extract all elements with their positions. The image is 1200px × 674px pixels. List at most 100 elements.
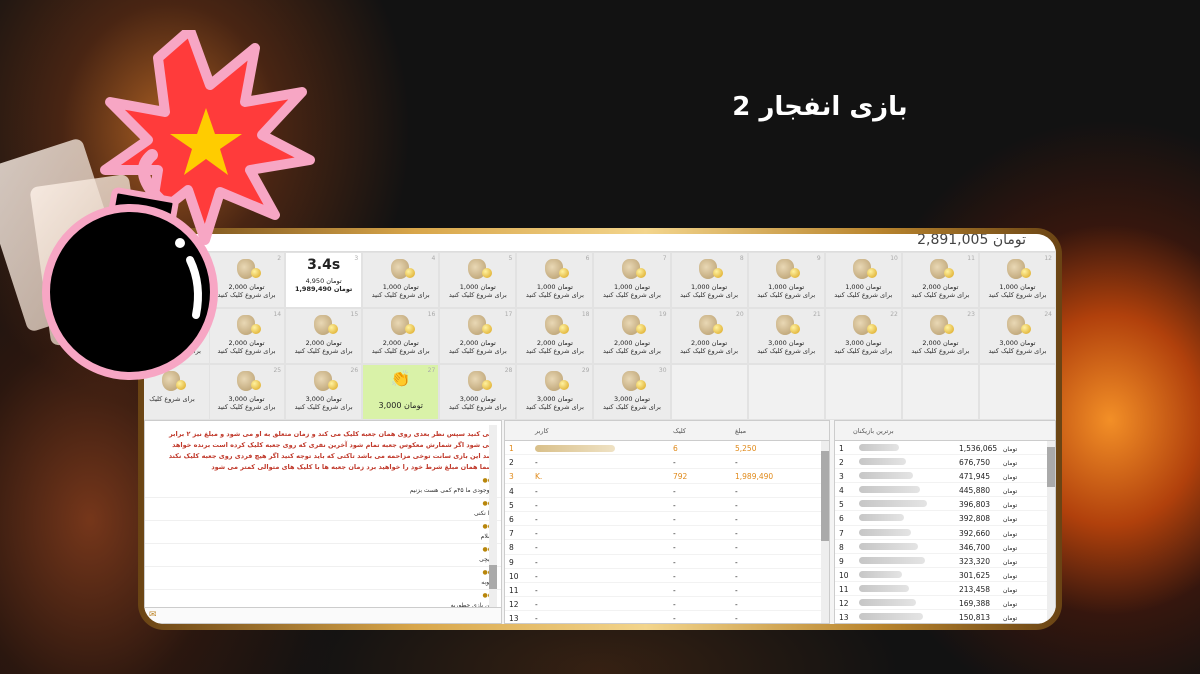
row-number: 11	[839, 584, 849, 594]
box-amount-value: 3,000	[459, 395, 479, 403]
top-players-scroll-thumb[interactable]	[1047, 447, 1055, 487]
box-amount: تومان 2,000	[903, 339, 978, 347]
bets-scroll-thumb[interactable]	[821, 451, 829, 541]
box-amount-unit: تومان	[403, 283, 419, 291]
chat-message: ●● بیا نکنی	[145, 498, 501, 521]
row-amount: -	[735, 600, 738, 610]
box-amount-unit: تومان	[326, 339, 342, 347]
box-tile[interactable]: 16 تومان 2,000 برای شروع کلیک کنید	[362, 308, 440, 364]
box-tile[interactable]: 8 تومان 1,000 برای شروع کلیک کنید	[670, 252, 748, 308]
row-amount: -	[735, 486, 738, 496]
blurred-username	[859, 613, 923, 621]
chat-text: سلام	[480, 533, 493, 540]
box-amount-unit: تومان	[326, 395, 342, 403]
box-caption: برای شروع کلیک کنید	[525, 291, 584, 299]
table-row: 3 471,945 تومان	[835, 469, 1055, 484]
box-tile[interactable]: 12 تومان 1,000 برای شروع کلیک کنید	[978, 252, 1056, 308]
blurred-username	[859, 584, 909, 592]
blurred-username	[859, 599, 916, 607]
table-row: 10 301,625 تومان	[835, 568, 1055, 582]
row-amount: -	[735, 571, 738, 581]
blurred-username	[859, 486, 920, 494]
coin-icon	[867, 268, 878, 278]
box-amount-value: 3,000	[305, 395, 325, 403]
box-amount: تومان 2,000	[672, 339, 747, 347]
row-unit: تومان	[1003, 572, 1018, 580]
box-tile[interactable]: 21 تومان 3,000 برای شروع کلیک کنید	[747, 308, 825, 364]
box-amount: تومان 3,000	[209, 395, 284, 403]
box-tile[interactable]: 4 تومان 1,000 برای شروع کلیک کنید	[362, 252, 440, 308]
box-amount: تومان 1,000	[363, 283, 438, 291]
box-amount-unit: تومان	[1020, 339, 1036, 347]
box-tile[interactable]: 30 تومان 3,000 برای شروع کلیک کنید	[593, 364, 671, 420]
row-amount: 471,945	[959, 472, 991, 482]
row-click: -	[673, 600, 676, 610]
box-tile[interactable]: 6 تومان 1,000 برای شروع کلیک کنید	[516, 252, 594, 308]
blurred-username	[859, 500, 927, 508]
coin-icon	[867, 324, 878, 334]
balance-unit: تومان	[992, 234, 1026, 248]
row-click: -	[673, 543, 676, 553]
top-players-header: برترین بازیکنان	[835, 421, 1055, 441]
box-amount-unit: تومان	[788, 339, 805, 347]
box-tile[interactable]: 7 تومان 1,000 برای شروع کلیک کنید	[593, 252, 671, 308]
box-number: 16	[427, 311, 436, 318]
row-unit: تومان	[1003, 446, 1018, 453]
box-amount-value: 1,000	[845, 283, 864, 291]
row-number: 11	[509, 585, 519, 595]
chat-username: ●●	[482, 546, 493, 553]
blurred-username	[859, 514, 904, 522]
box-amount: تومان 3,000	[517, 395, 592, 403]
box-amount-unit: تومان	[326, 277, 342, 285]
box-tile[interactable]: 5 تومان 1,000 برای شروع کلیک کنید	[439, 252, 517, 308]
table-row: 3 K. 792 1,989,490	[505, 469, 829, 484]
box-total-unit: تومان	[333, 285, 353, 293]
row-amount: 1,536,065	[959, 444, 998, 453]
row-unit: تومان	[1003, 460, 1018, 468]
box-caption: برای شروع کلیک کنید	[371, 291, 430, 299]
box-amount: تومان 3,000	[440, 395, 515, 403]
top-players-scrollbar[interactable]	[1047, 441, 1055, 623]
row-amount: 676,750	[959, 458, 991, 468]
box-tile[interactable]: 22 تومان 3,000 برای شروع کلیک کنید	[824, 308, 902, 364]
coin-icon	[327, 324, 338, 334]
chat-scrollbar[interactable]	[489, 425, 497, 619]
box-tile[interactable]: 28 تومان 3,000 برای شروع کلیک کنید	[439, 364, 517, 420]
row-user: -	[535, 529, 538, 539]
box-caption: برای شروع کلیک کنید	[294, 403, 353, 411]
chat-username: ●●	[482, 592, 493, 599]
row-amount: -	[735, 543, 738, 553]
chat-text: خوبه	[481, 579, 493, 586]
row-user: K.	[535, 472, 543, 482]
box-number: 8	[739, 255, 744, 262]
box-tile[interactable]: 27 👏 تومان 3,000	[362, 364, 440, 420]
box-tile[interactable]: 20 تومان 2,000 برای شروع کلیک کنید	[670, 308, 748, 364]
box-tile[interactable]: 18 تومان 2,000 برای شروع کلیک کنید	[516, 308, 594, 364]
box-tile	[901, 364, 979, 420]
row-click: -	[673, 514, 676, 524]
box-caption: برای شروع کلیک کنید	[911, 347, 970, 355]
bomb-icon	[42, 30, 315, 380]
box-tile[interactable]: 17 تومان 2,000 برای شروع کلیک کنید	[439, 308, 517, 364]
box-amount-value: 3,000	[999, 339, 1019, 347]
box-tile[interactable]: 23 تومان 2,000 برای شروع کلیک کنید	[901, 308, 979, 364]
box-tile[interactable]: 29 تومان 3,000 برای شروع کلیک کنید	[516, 364, 594, 420]
box-amount: تومان 1,000	[594, 283, 669, 291]
send-icon[interactable]: ✉	[149, 610, 157, 620]
box-tile[interactable]: 9 تومان 1,000 برای شروع کلیک کنید	[747, 252, 825, 308]
chat-scroll-thumb[interactable]	[489, 565, 497, 589]
row-number: 10	[839, 570, 849, 580]
coin-icon	[790, 268, 801, 278]
box-tile	[747, 364, 825, 420]
box-tile[interactable]: 10 تومان 1,000 برای شروع کلیک کنید	[824, 252, 902, 308]
box-tile[interactable]: 24 تومان 3,000 برای شروع کلیک کنید	[978, 308, 1056, 364]
bets-scrollbar[interactable]	[821, 441, 829, 623]
box-tile[interactable]: 11 تومان 2,000 برای شروع کلیک کنید	[901, 252, 979, 308]
row-click: -	[673, 614, 676, 624]
box-amount-value: 1,000	[768, 283, 787, 291]
box-tile[interactable]: 19 تومان 2,000 برای شروع کلیک کنید	[593, 308, 671, 364]
row-number: 4	[839, 486, 844, 496]
box-amount-value: 3,000	[613, 395, 633, 403]
box-amount-value: 2,000	[536, 339, 556, 347]
chat-input[interactable]: ✉	[145, 607, 501, 623]
